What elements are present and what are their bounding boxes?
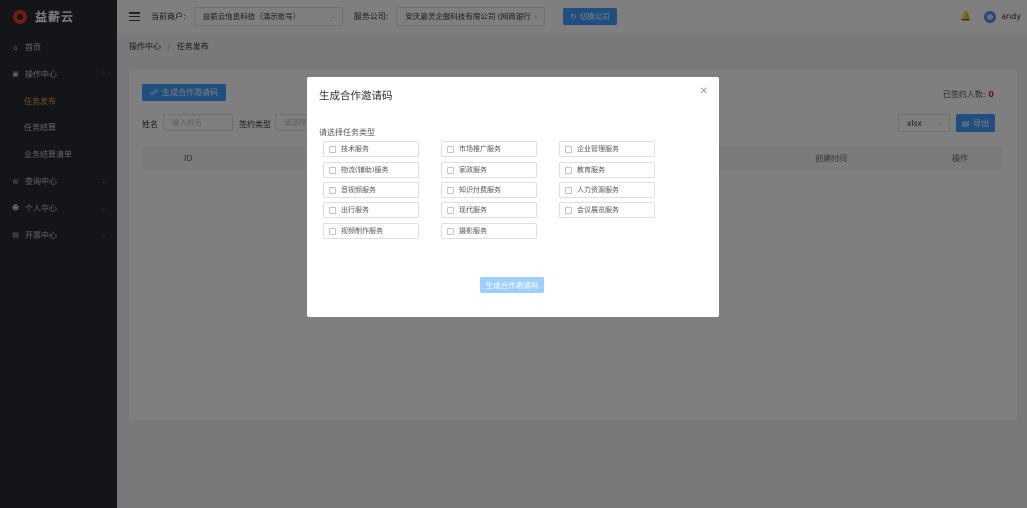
task-type-label: 物流(辅助)服务 [341,166,389,174]
task-type-label: 技术服务 [341,145,369,153]
task-type-option[interactable]: 教育服务 [559,162,655,178]
task-type-option[interactable]: 视频制作服务 [323,223,419,239]
checkbox-icon[interactable] [329,227,336,235]
checkbox-icon[interactable] [447,166,454,174]
task-type-option[interactable]: 人力资源服务 [559,182,655,198]
task-type-option[interactable]: 市场推广服务 [441,141,537,157]
close-icon[interactable]: ✕ [700,86,708,97]
task-type-option[interactable]: 会议展览服务 [559,202,655,218]
checkbox-icon[interactable] [565,186,572,194]
dialog-subtitle: 请选择任务类型 [319,128,375,137]
task-type-option[interactable]: 技术服务 [323,141,419,157]
task-type-option[interactable]: 出行服务 [323,202,419,218]
task-type-label: 家政服务 [459,166,487,174]
task-type-option[interactable]: 音视频服务 [323,182,419,198]
checkbox-icon[interactable] [447,145,454,153]
checkbox-icon[interactable] [565,145,572,153]
task-type-option[interactable]: 物流(辅助)服务 [323,162,419,178]
task-type-option[interactable]: 摄影服务 [441,223,537,239]
task-type-label: 现代服务 [459,206,487,214]
task-type-option[interactable]: 家政服务 [441,162,537,178]
task-type-label: 视频制作服务 [341,227,383,235]
task-type-label: 出行服务 [341,206,369,214]
checkbox-icon[interactable] [329,186,336,194]
task-type-option[interactable]: 现代服务 [441,202,537,218]
dialog-title: 生成合作邀请码 [319,90,393,102]
task-type-label: 市场推广服务 [459,145,501,153]
checkbox-icon[interactable] [329,166,336,174]
generate-code-submit-button[interactable]: 生成合作邀请码 [480,277,544,293]
checkbox-icon[interactable] [447,227,454,235]
checkbox-icon[interactable] [329,206,336,214]
task-type-label: 会议展览服务 [577,206,619,214]
checkbox-icon[interactable] [329,145,336,153]
task-type-label: 摄影服务 [459,227,487,235]
task-type-label: 知识付费服务 [459,186,501,194]
invite-code-dialog: 生成合作邀请码 ✕ 请选择任务类型 技术服务 市场推广服务 企业管理服务物流(辅助)… [307,77,719,317]
task-type-option[interactable]: 企业管理服务 [559,141,655,157]
task-type-option[interactable]: 知识付费服务 [441,182,537,198]
task-type-label: 教育服务 [577,166,605,174]
task-type-label: 音视频服务 [341,186,376,194]
checkbox-icon[interactable] [447,186,454,194]
checkbox-icon[interactable] [447,206,454,214]
task-type-label: 企业管理服务 [577,145,619,153]
checkbox-icon[interactable] [565,166,572,174]
task-type-label: 人力资源服务 [577,186,619,194]
checkbox-icon[interactable] [565,206,572,214]
